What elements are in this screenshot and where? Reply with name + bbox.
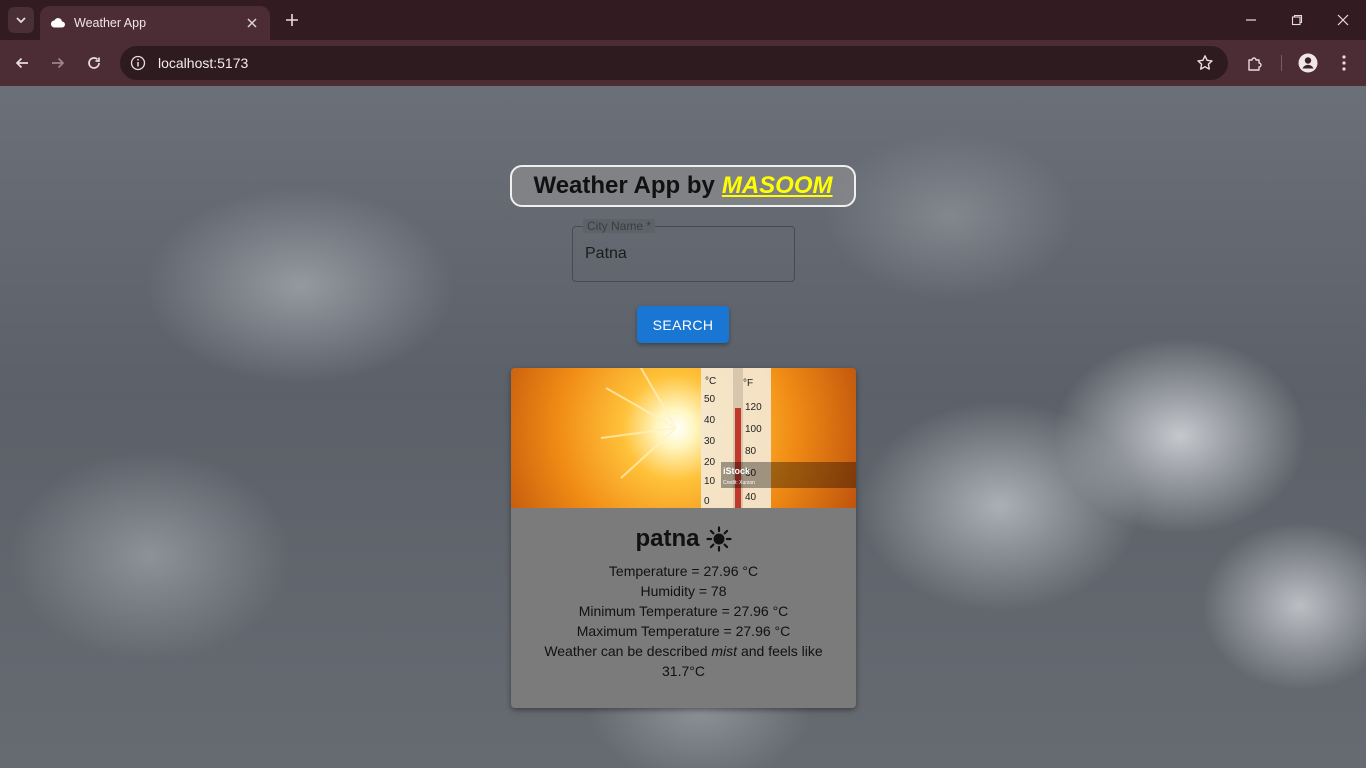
info-icon[interactable] [130,55,146,71]
app-heading: Weather App by MASOOM [510,165,856,207]
tab-search-button[interactable] [8,7,34,33]
celsius-tick: 40 [704,415,716,426]
page-viewport: Weather App by MASOOM City Name * SEARCH [0,86,1366,768]
chevron-down-icon [16,17,26,24]
max-temperature-text: Maximum Temperature = 27.96 °C [576,623,791,639]
star-icon[interactable] [1196,54,1214,72]
image-credit: Credit: Xurzon [723,480,755,486]
restore-icon [1291,14,1303,26]
profile-button[interactable] [1296,51,1320,75]
heading-text: Weather App by [533,172,715,199]
sun-icon [705,526,732,552]
city-name-label: City Name * [583,219,656,233]
reload-icon [88,57,100,69]
minimize-icon [1246,19,1256,21]
close-icon[interactable] [244,15,260,31]
city-name-field[interactable]: City Name * [572,219,795,282]
weather-card: °C °F 50 40 30 20 10 0 120 100 80 60 40 … [511,368,856,708]
avatar-icon [1298,53,1318,73]
plus-icon [286,14,298,26]
celsius-tick: 10 [704,476,716,487]
celsius-tick: 20 [704,457,716,468]
image-watermark: iStock [723,466,751,476]
description-prefix: Weather can be described [544,643,708,659]
weather-description: Weather can be described mist and feels … [534,641,834,681]
browser-toolbar: localhost:5173 [0,40,1366,86]
url-text: localhost:5173 [158,55,249,71]
window-close-button[interactable] [1333,10,1353,30]
fahrenheit-tick: 40 [745,492,757,503]
arrow-right-icon [52,57,65,69]
temperature-text: Temperature = 27.96 °C [608,563,759,579]
tab-weather-app[interactable]: Weather App [40,6,270,40]
weather-card-body: patna Temperature = 27.96 °C Humidity = … [511,508,856,681]
city-name-input[interactable] [585,245,785,263]
menu-button[interactable] [1332,51,1356,75]
search-button[interactable]: SEARCH [637,306,729,343]
weather-info: Temperature = 27.96 °C Humidity = 78 Min… [511,561,856,681]
close-icon [1337,14,1349,26]
kebab-menu-icon [1342,55,1346,71]
extensions-button[interactable] [1243,51,1267,75]
restore-button[interactable] [1287,10,1307,30]
weather-condition: mist [711,643,738,659]
reload-button[interactable] [82,51,106,75]
city-name: patna [635,525,700,552]
celsius-tick: 30 [704,436,716,447]
tab-title: Weather App [74,16,147,30]
celsius-label: °C [705,376,716,387]
minimize-button[interactable] [1241,10,1261,30]
back-button[interactable] [10,51,34,75]
heading-author-link[interactable]: MASOOM [722,172,833,200]
celsius-tick: 0 [704,496,710,507]
puzzle-icon [1248,57,1262,71]
hot-weather-thermometer-image: °C °F 50 40 30 20 10 0 120 100 80 60 40 … [511,368,856,508]
min-temperature-text: Minimum Temperature = 27.96 °C [578,603,789,619]
toolbar-divider [1281,55,1282,71]
city-title: patna [511,525,856,553]
fahrenheit-tick: 80 [745,446,757,457]
fahrenheit-label: °F [743,378,753,389]
forward-button[interactable] [46,51,70,75]
address-bar[interactable]: localhost:5173 [120,46,1228,80]
humidity-text: Humidity = 78 [640,583,727,599]
cloud-icon [50,15,66,31]
fahrenheit-tick: 120 [745,402,762,413]
new-tab-button[interactable] [282,10,302,30]
fahrenheit-tick: 100 [745,424,762,435]
tab-strip: Weather App [0,0,1366,40]
celsius-tick: 50 [704,394,716,405]
arrow-left-icon [15,57,28,69]
